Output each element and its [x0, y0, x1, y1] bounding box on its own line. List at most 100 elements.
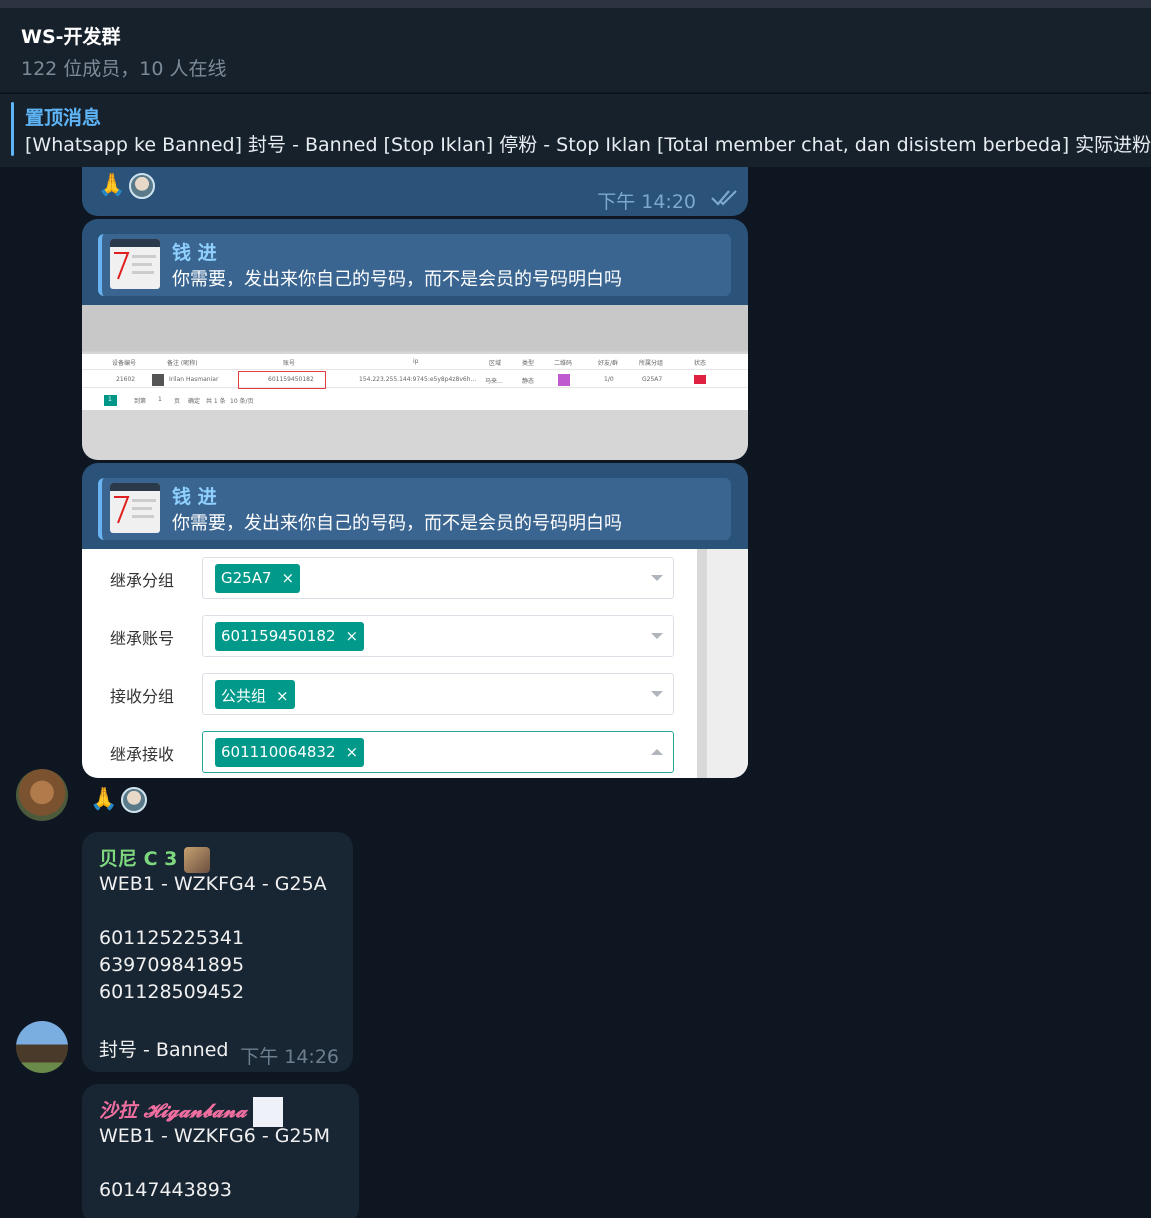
message-time: 下午 14:20	[597, 191, 696, 213]
table-header: 账号	[283, 360, 296, 367]
table-cell: 静态	[522, 378, 535, 385]
form-label: 继承接收	[110, 745, 175, 764]
form-row: 继承分组 G25A7 ×	[82, 553, 697, 603]
table-row: 21602 Irilan Hasmaniar 601159450182 154.…	[82, 371, 748, 389]
pager-confirm: 确定	[188, 398, 201, 405]
message-line: 601128509452	[99, 981, 245, 1003]
pager-label: 页	[174, 398, 181, 405]
outgoing-message[interactable]: 🙏 下午 14:20	[82, 167, 748, 216]
pinned-message[interactable]: 置顶消息 [Whatsapp ke Banned] 封号 - Banned [S…	[0, 93, 1151, 167]
chat-header[interactable]: WS-开发群 122 位成员，10 人在线	[0, 8, 1151, 92]
message-line: 60147443893	[99, 1179, 232, 1201]
incoming-message[interactable]: 沙拉 𝓗𝓲𝓰𝓪𝓷𝓫𝓪𝓷𝓪 WEB1 - WZKFG6 - G25M 601474…	[82, 1084, 359, 1218]
message-line: WEB1 - WZKFG6 - G25M	[99, 1125, 331, 1147]
form-row: 接收分组 公共组 ×	[82, 669, 697, 719]
sender-name-text: 沙拉 𝓗𝓲𝓰𝓪𝓷𝓫𝓪𝓷𝓪	[99, 1100, 247, 1122]
table-header: 状态	[694, 360, 707, 367]
message-line: 601125225341	[99, 927, 245, 949]
form-label: 继承账号	[110, 629, 175, 648]
pager-label: 到第	[134, 398, 147, 405]
tag-label: G25A7	[221, 569, 272, 587]
table-cell: G25A7	[642, 376, 663, 383]
form-label: 接收分组	[110, 687, 175, 706]
outgoing-message[interactable]: 钱 进 你需要，发出来你自己的号码，而不是会员的号码明白吗 继承分组 G25A7…	[82, 463, 748, 778]
chevron-down-icon	[651, 575, 663, 581]
sender-name[interactable]: 贝尼 C 3	[99, 844, 211, 873]
selected-tag: 601110064832 ×	[215, 738, 365, 767]
status-badge	[694, 375, 706, 384]
member-count: 122 位成员，10 人在线	[21, 58, 227, 80]
message-line: 封号 - Banned	[99, 1039, 229, 1061]
form-label: 继承分组	[110, 571, 175, 590]
table-header-row: 设备编号 备注 (昵称) 账号 ip 区域 类型 二维码 好友/群 所属分组 状…	[82, 354, 748, 370]
select-field: G25A7 ×	[202, 557, 674, 599]
table-header: 所属分组	[639, 360, 664, 367]
reaction-emoji[interactable]: 🙏	[90, 787, 117, 813]
pinned-text: [Whatsapp ke Banned] 封号 - Banned [Stop I…	[25, 134, 1151, 156]
selected-tag: 601159450182 ×	[215, 622, 365, 651]
selected-tag: 公共组 ×	[215, 680, 295, 709]
selected-tag: G25A7 ×	[215, 564, 301, 593]
reactor-avatar	[129, 173, 156, 199]
reply-quote[interactable]: 钱 进 你需要，发出来你自己的号码，而不是会员的号码明白吗	[98, 234, 731, 296]
screenshot-table: 设备编号 备注 (昵称) 账号 ip 区域 类型 二维码 好友/群 所属分组 状…	[82, 354, 748, 410]
table-header: 区域	[489, 360, 502, 367]
table-header: 好友/群	[598, 360, 619, 367]
chat-title: WS-开发群	[21, 26, 121, 48]
table-cell: 21602	[116, 376, 136, 383]
outgoing-message[interactable]: 钱 进 你需要，发出来你自己的号码，而不是会员的号码明白吗 设备编号 备注 (昵…	[82, 219, 748, 460]
reply-thumbnail	[110, 239, 160, 289]
pinned-label: 置顶消息	[25, 107, 102, 129]
screenshot-image[interactable]: 继承分组 G25A7 × 继承账号 601159450182 × 接收分组 公共组 ×…	[82, 549, 748, 778]
reply-thumbnail	[110, 483, 160, 533]
tag-remove-icon: ×	[345, 743, 359, 761]
tag-label: 公共组	[221, 687, 267, 705]
chevron-down-icon	[651, 691, 663, 697]
tag-remove-icon: ×	[276, 687, 289, 705]
sender-badge-icon	[253, 1097, 284, 1127]
reply-quote[interactable]: 钱 进 你需要，发出来你自己的号码，而不是会员的号码明白吗	[98, 478, 731, 540]
double-check-icon	[711, 190, 737, 206]
reaction-bar[interactable]: 🙏	[98, 173, 156, 199]
reply-author: 钱 进	[172, 486, 217, 508]
pager-page: 1	[108, 396, 112, 403]
form-row: 继承账号 601159450182 ×	[82, 611, 697, 661]
message-line: WEB1 - WZKFG4 - G25A	[99, 873, 327, 895]
reaction-bar[interactable]: 🙏	[90, 787, 148, 813]
message-line: 639709841895	[99, 954, 245, 976]
reactor-avatar	[121, 787, 148, 813]
select-field: 601110064832 ×	[202, 731, 674, 773]
form-row: 继承接收 601110064832 ×	[82, 727, 697, 777]
avatar[interactable]	[16, 769, 68, 821]
reply-text: 你需要，发出来你自己的号码，而不是会员的号码明白吗	[172, 269, 622, 290]
pager-input: 1	[158, 396, 162, 403]
message-time: 下午 14:26	[240, 1046, 339, 1068]
table-cell: Irilan Hasmaniar	[169, 376, 219, 383]
table-header: 二维码	[554, 360, 573, 367]
incoming-message[interactable]: 贝尼 C 3 WEB1 - WZKFG4 - G25A 601125225341…	[82, 832, 353, 1072]
screenshot-image[interactable]: 设备编号 备注 (昵称) 账号 ip 区域 类型 二维码 好友/群 所属分组 状…	[82, 305, 748, 460]
table-cell: 154.223.255.144:9745:e5y8p4z8v6h...	[359, 376, 477, 383]
reaction-emoji[interactable]: 🙏	[98, 173, 125, 199]
chevron-down-icon	[651, 633, 663, 639]
window-top-strip	[0, 0, 1151, 8]
chevron-up-icon	[651, 749, 663, 755]
select-field: 601159450182 ×	[202, 615, 674, 657]
pager-total: 共 1 条	[206, 398, 226, 405]
reply-text: 你需要，发出来你自己的号码，而不是会员的号码明白吗	[172, 513, 622, 534]
sender-name[interactable]: 沙拉 𝓗𝓲𝓰𝓪𝓷𝓫𝓪𝓷𝓪	[99, 1096, 284, 1127]
sender-name-text: 贝尼 C 3	[99, 848, 178, 870]
select-field: 公共组 ×	[202, 673, 674, 715]
avatar[interactable]	[16, 1021, 68, 1073]
tag-label: 601110064832	[221, 743, 336, 761]
qrcode-icon	[558, 374, 570, 386]
tag-label: 601159450182	[221, 627, 336, 645]
table-cell: 马来...	[485, 378, 503, 385]
tag-remove-icon: ×	[345, 627, 359, 645]
table-pager: 1 到第 1 页 确定 共 1 条 10 条/页	[82, 392, 748, 408]
screenshot-side-panel	[697, 549, 748, 778]
sender-badge-icon	[184, 846, 211, 873]
avatar	[152, 374, 164, 386]
reply-author: 钱 进	[172, 242, 217, 264]
pinned-accent-bar	[11, 102, 14, 156]
